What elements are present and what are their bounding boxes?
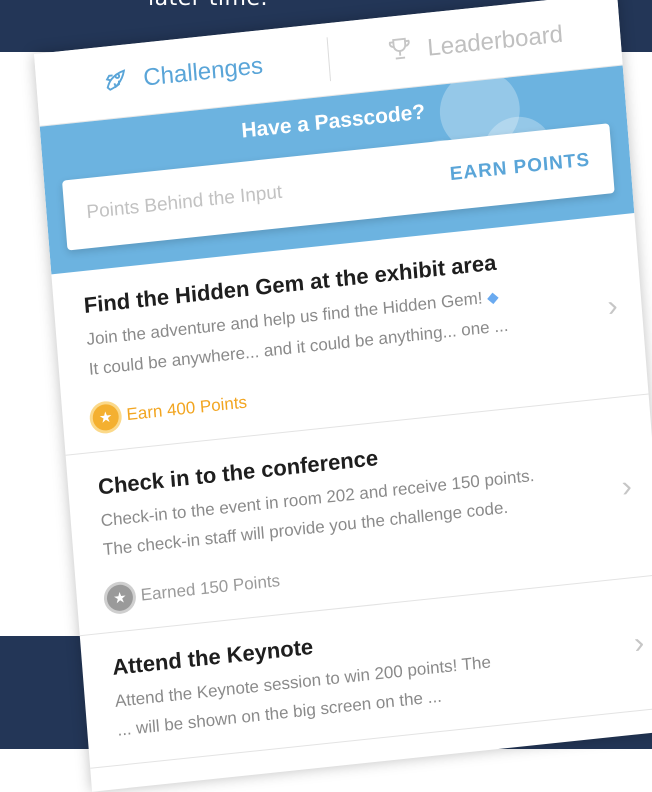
chevron-right-icon: › [620,469,634,504]
points-label: Earned 150 Points [140,571,281,605]
passcode-input[interactable] [63,165,429,228]
tab-challenges[interactable]: Challenges [35,42,329,107]
banner-top-text: later time. [148,0,268,11]
tab-challenges-label: Challenges [142,52,264,92]
trophy-icon [384,33,415,71]
tab-leaderboard[interactable]: Leaderboard [327,11,621,76]
star-badge-icon: ★ [91,403,120,432]
chevron-right-icon: › [606,288,619,323]
chevron-right-icon: › [632,626,646,661]
star-badge-icon: ★ [105,583,134,613]
phone-screen: Challenges Leaderboard Have a Passcode? … [34,0,652,792]
diamond-icon: ◆ [486,288,500,307]
tab-leaderboard-label: Leaderboard [426,20,564,62]
rocket-icon [100,63,131,101]
earn-points-button[interactable]: EARN POINTS [427,147,613,188]
points-label: Earn 400 Points [125,392,248,425]
